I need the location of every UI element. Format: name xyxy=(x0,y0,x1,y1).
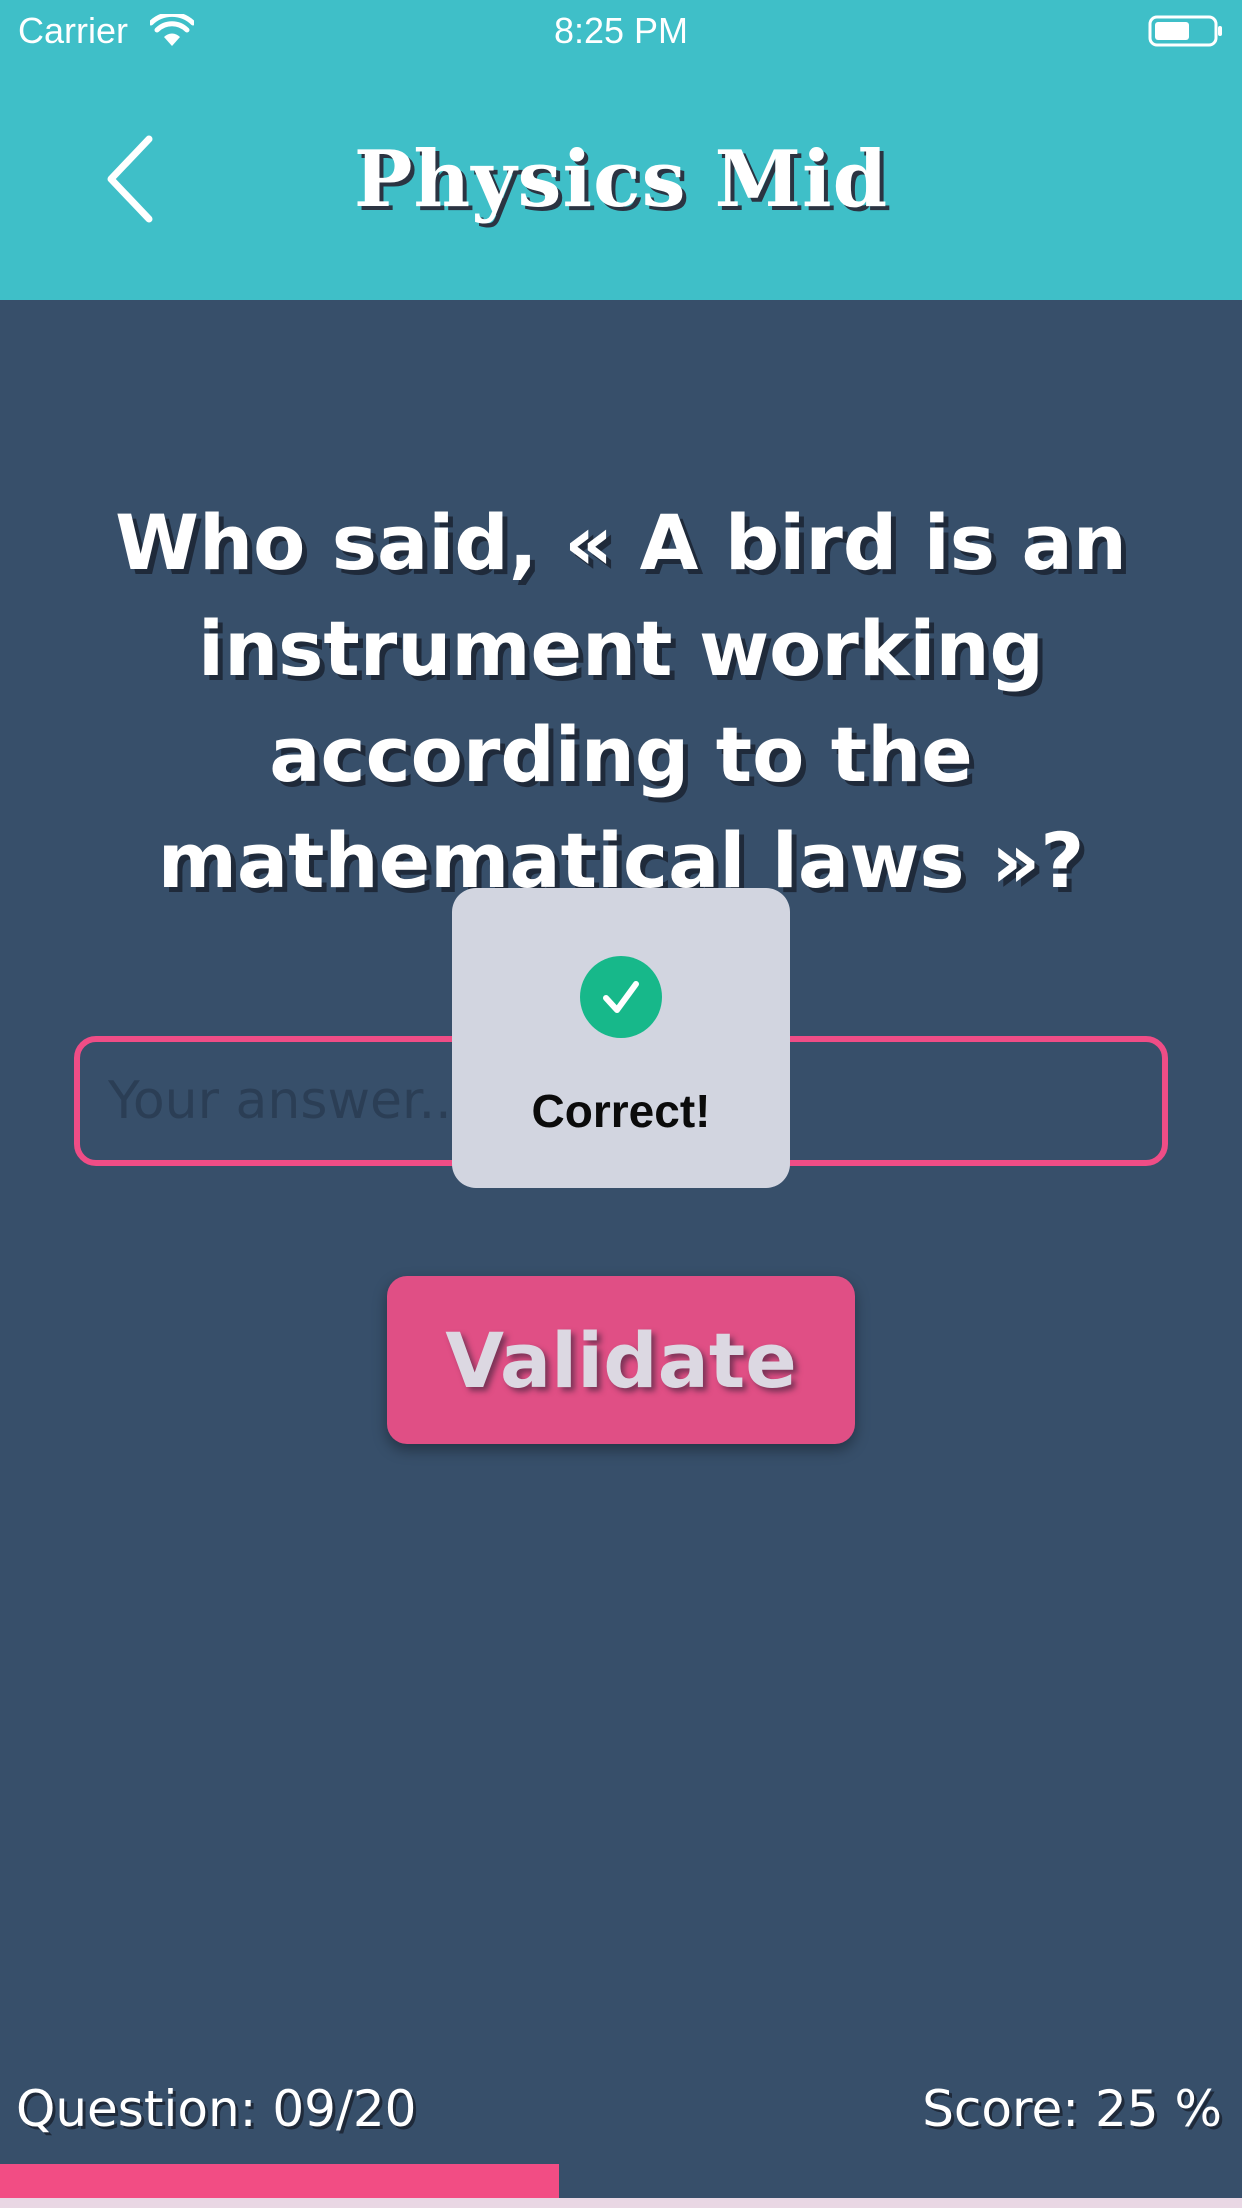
validate-button[interactable]: Validate xyxy=(387,1276,855,1444)
status-bar: Carrier 8:25 PM xyxy=(0,0,1242,62)
page-title: Physics Mid xyxy=(353,134,889,225)
header-bar: Carrier 8:25 PM Physics Mid xyxy=(0,0,1242,300)
navigation-bar: Physics Mid xyxy=(0,62,1242,300)
question-text: Who said, « A bird is an instrument work… xyxy=(115,498,1127,905)
question-counter: Question: 09/20 xyxy=(16,2080,417,2138)
result-message: Correct! xyxy=(531,1085,711,1137)
progress-bar xyxy=(0,2164,1242,2208)
result-hud: Correct! xyxy=(452,888,790,1188)
battery-icon xyxy=(1148,15,1222,47)
progress-fill xyxy=(0,2164,559,2198)
score-label: Score: 25 % xyxy=(922,2080,1222,2138)
status-time: 8:25 PM xyxy=(553,10,689,51)
check-circle-icon xyxy=(580,956,662,1038)
progress-track-line xyxy=(0,2198,1242,2208)
